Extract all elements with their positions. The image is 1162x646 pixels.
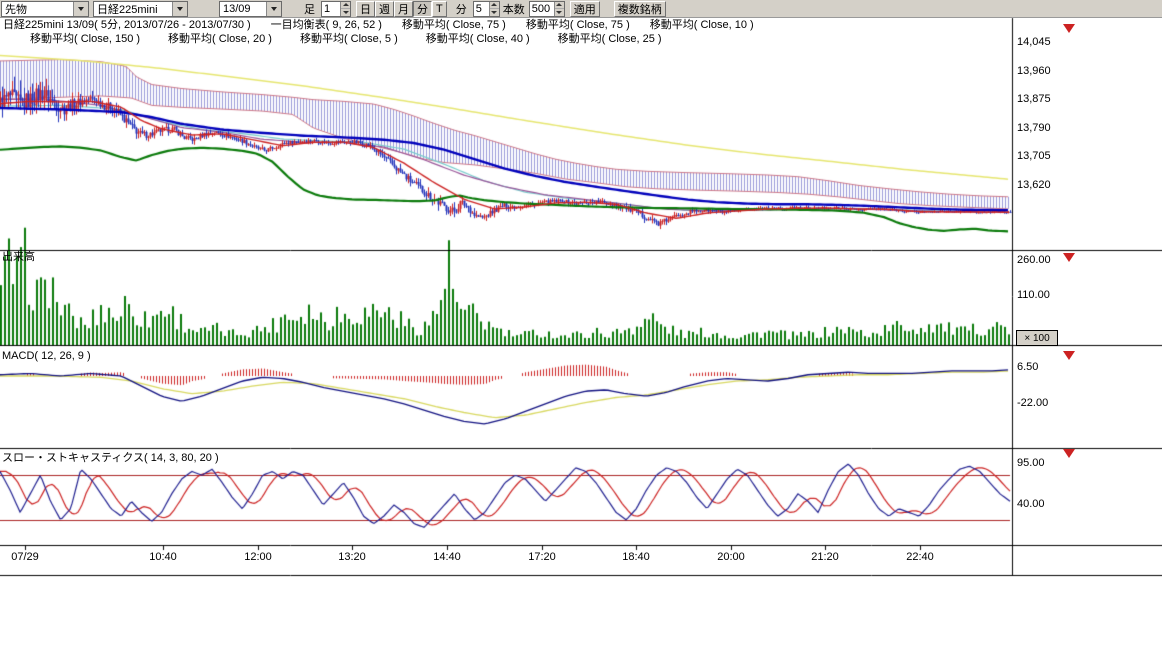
spinner-arrows[interactable]	[340, 2, 350, 16]
count-spinner[interactable]: 500	[529, 1, 565, 17]
legend-ma25: 移動平均( Close, 25 )	[558, 33, 662, 45]
chart-application-window: 先物 日経225mini 13/09 足 1 日 週 月 分 T 分 5 本数 …	[0, 0, 1162, 646]
instrument-type-select[interactable]: 先物	[1, 1, 89, 17]
chevron-down-icon[interactable]	[73, 2, 88, 16]
price-axis-label: 13,705	[1017, 151, 1051, 162]
contract-month-select[interactable]: 13/09	[219, 1, 282, 17]
count-label: 本数	[503, 1, 525, 17]
volume-panel-title: 出来高	[2, 251, 35, 263]
spin-down-icon[interactable]	[556, 11, 562, 14]
instrument-type-value: 先物	[2, 1, 30, 17]
symbol-value: 日経225mini	[94, 1, 161, 17]
price-axis-label: 14,045	[1017, 37, 1051, 48]
multi-symbol-button[interactable]: 複数銘柄	[614, 1, 666, 17]
legend-symbol: 日経225mini 13/09( 5分, 2013/07/26 - 2013/0…	[3, 19, 251, 31]
spin-up-icon[interactable]	[556, 3, 562, 6]
spinner-arrows[interactable]	[554, 2, 564, 16]
period-minute-button[interactable]: 分	[413, 1, 432, 17]
price-panel-collapse-marker[interactable]	[1063, 24, 1075, 33]
minutes-value: 5	[474, 2, 484, 16]
stoch-axis-label: 40.00	[1017, 499, 1045, 510]
price-axis-label: 13,875	[1017, 94, 1051, 105]
spin-down-icon[interactable]	[343, 11, 349, 14]
time-axis-label: 22:40	[900, 551, 940, 563]
toolbar: 先物 日経225mini 13/09 足 1 日 週 月 分 T 分 5 本数 …	[0, 0, 1162, 18]
legend-ma75: 移動平均( Close, 75 )	[402, 19, 506, 31]
legend-ma5: 移動平均( Close, 5 )	[300, 33, 398, 45]
spin-up-icon[interactable]	[343, 3, 349, 6]
legend-ma150: 移動平均( Close, 150 )	[30, 33, 140, 45]
chart-canvas[interactable]	[0, 0, 1162, 646]
stoch-axis-label: 95.00	[1017, 458, 1045, 469]
chevron-down-icon[interactable]	[172, 2, 187, 16]
price-axis-label: 13,620	[1017, 180, 1051, 191]
chevron-down-icon[interactable]	[266, 2, 281, 16]
time-axis-label: 18:40	[616, 551, 656, 563]
spin-down-icon[interactable]	[491, 11, 497, 14]
period-tick-button[interactable]: T	[432, 1, 447, 17]
volume-panel-collapse-marker[interactable]	[1063, 253, 1075, 262]
time-axis-label: 21:20	[805, 551, 845, 563]
apply-button[interactable]: 適用	[570, 1, 600, 17]
time-axis-label: 17:20	[522, 551, 562, 563]
legend-row-2: 移動平均( Close, 150 ) 移動平均( Close, 20 ) 移動平…	[30, 33, 662, 45]
volume-axis-label: 110.00	[1017, 290, 1050, 301]
symbol-select[interactable]: 日経225mini	[93, 1, 188, 17]
count-value: 500	[530, 2, 552, 16]
volume-multiplier-badge: × 100	[1016, 330, 1058, 346]
stoch-panel-collapse-marker[interactable]	[1063, 449, 1075, 458]
unit-label: 分	[456, 1, 467, 17]
legend-ma40: 移動平均( Close, 40 )	[426, 33, 530, 45]
macd-panel-collapse-marker[interactable]	[1063, 351, 1075, 360]
macd-panel-title: MACD( 12, 26, 9 )	[2, 350, 91, 362]
spinner-arrows[interactable]	[489, 2, 499, 16]
stochastics-panel-title: スロー・ストキャスティクス( 14, 3, 80, 20 )	[2, 452, 219, 464]
period-day-button[interactable]: 日	[356, 1, 375, 17]
time-axis-label: 13:20	[332, 551, 372, 563]
interval-spinner[interactable]: 1	[321, 1, 351, 17]
spin-up-icon[interactable]	[491, 3, 497, 6]
interval-value: 1	[322, 2, 332, 16]
price-axis-label: 13,960	[1017, 66, 1051, 77]
contract-month-value: 13/09	[220, 3, 254, 15]
macd-axis-label: -22.00	[1017, 398, 1048, 409]
time-axis-label: 20:00	[711, 551, 751, 563]
legend-ma20: 移動平均( Close, 20 )	[168, 33, 272, 45]
bar-type-label: 足	[304, 1, 315, 17]
price-axis-label: 13,790	[1017, 123, 1051, 134]
period-month-button[interactable]: 月	[394, 1, 413, 17]
time-axis-label: 14:40	[427, 551, 467, 563]
minutes-spinner[interactable]: 5	[473, 1, 500, 17]
time-axis-label: 07/29	[5, 551, 45, 563]
legend-ma75b: 移動平均( Close, 75 )	[526, 19, 630, 31]
period-week-button[interactable]: 週	[375, 1, 394, 17]
time-axis-label: 12:00	[238, 551, 278, 563]
legend-row-1: 日経225mini 13/09( 5分, 2013/07/26 - 2013/0…	[3, 19, 754, 31]
volume-axis-label: 260.00	[1017, 255, 1051, 266]
legend-ma10: 移動平均( Close, 10 )	[650, 19, 754, 31]
legend-ichimoku: 一目均衡表( 9, 26, 52 )	[271, 19, 382, 31]
macd-axis-label: 6.50	[1017, 362, 1038, 373]
time-axis-label: 10:40	[143, 551, 183, 563]
